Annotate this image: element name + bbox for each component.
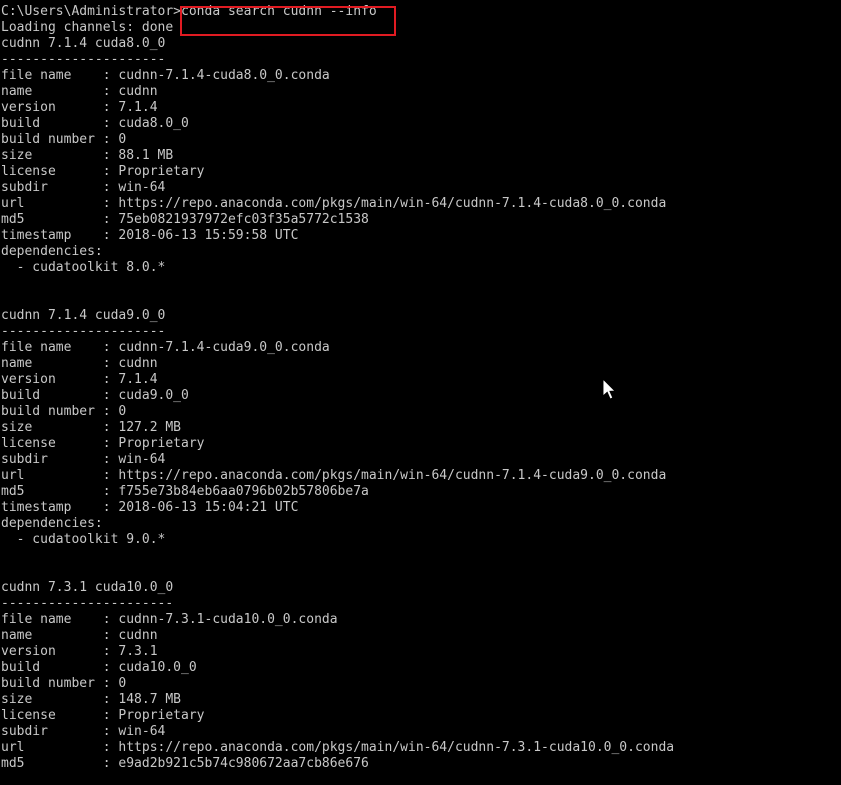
field-md5: md5 : e9ad2b921c5b74c980672aa7cb86e676 xyxy=(1,756,369,771)
field-dependencies: dependencies: xyxy=(1,516,103,531)
dependency-item: - cudatoolkit 8.0.* xyxy=(1,260,166,275)
field-build-number: build number : 0 xyxy=(1,676,127,691)
package-separator: --------------------- xyxy=(1,52,166,67)
package-header: cudnn 7.1.4 cuda9.0_0 xyxy=(1,308,166,323)
field-build-number: build number : 0 xyxy=(1,404,127,419)
field-license: license : Proprietary xyxy=(1,436,205,451)
field-name: name : cudnn xyxy=(1,356,158,371)
field-build-number: build number : 0 xyxy=(1,132,127,147)
package-separator: --------------------- xyxy=(1,324,166,339)
field-build: build : cuda9.0_0 xyxy=(1,388,189,403)
field-md5: md5 : f755e73b84eb6aa0796b02b57806be7a xyxy=(1,484,369,499)
field-subdir: subdir : win-64 xyxy=(1,724,166,739)
field-build: build : cuda8.0_0 xyxy=(1,116,189,131)
field-subdir: subdir : win-64 xyxy=(1,452,166,467)
dependency-item: - cudatoolkit 9.0.* xyxy=(1,532,166,547)
field-version: version : 7.3.1 xyxy=(1,644,158,659)
field-md5: md5 : 75eb0821937972efc03f35a5772c1538 xyxy=(1,212,369,227)
field-license: license : Proprietary xyxy=(1,708,205,723)
field-url: url : https://repo.anaconda.com/pkgs/mai… xyxy=(1,740,675,755)
field-file-name: file name : cudnn-7.1.4-cuda8.0_0.conda xyxy=(1,68,330,83)
field-file-name: file name : cudnn-7.1.4-cuda9.0_0.conda xyxy=(1,340,330,355)
field-timestamp: timestamp : 2018-06-13 15:04:21 UTC xyxy=(1,500,299,515)
package-header: cudnn 7.1.4 cuda8.0_0 xyxy=(1,36,166,51)
prompt-line: C:\Users\Administrator>conda search cudn… xyxy=(1,4,377,19)
field-license: license : Proprietary xyxy=(1,164,205,179)
field-url: url : https://repo.anaconda.com/pkgs/mai… xyxy=(1,196,667,211)
terminal-output-area[interactable]: C:\Users\Administrator>conda search cudn… xyxy=(0,0,841,785)
package-separator: ---------------------- xyxy=(1,596,174,611)
field-subdir: subdir : win-64 xyxy=(1,180,166,195)
field-size: size : 88.1 MB xyxy=(1,148,174,163)
field-build: build : cuda10.0_0 xyxy=(1,660,197,675)
field-url: url : https://repo.anaconda.com/pkgs/mai… xyxy=(1,468,667,483)
field-name: name : cudnn xyxy=(1,628,158,643)
field-size: size : 148.7 MB xyxy=(1,692,182,707)
status-line: Loading channels: done xyxy=(1,20,174,35)
field-size: size : 127.2 MB xyxy=(1,420,182,435)
field-file-name: file name : cudnn-7.3.1-cuda10.0_0.conda xyxy=(1,612,338,627)
field-dependencies: dependencies: xyxy=(1,244,103,259)
field-version: version : 7.1.4 xyxy=(1,100,158,115)
field-timestamp: timestamp : 2018-06-13 15:59:58 UTC xyxy=(1,228,299,243)
package-header: cudnn 7.3.1 cuda10.0_0 xyxy=(1,580,174,595)
field-name: name : cudnn xyxy=(1,84,158,99)
field-version: version : 7.1.4 xyxy=(1,372,158,387)
